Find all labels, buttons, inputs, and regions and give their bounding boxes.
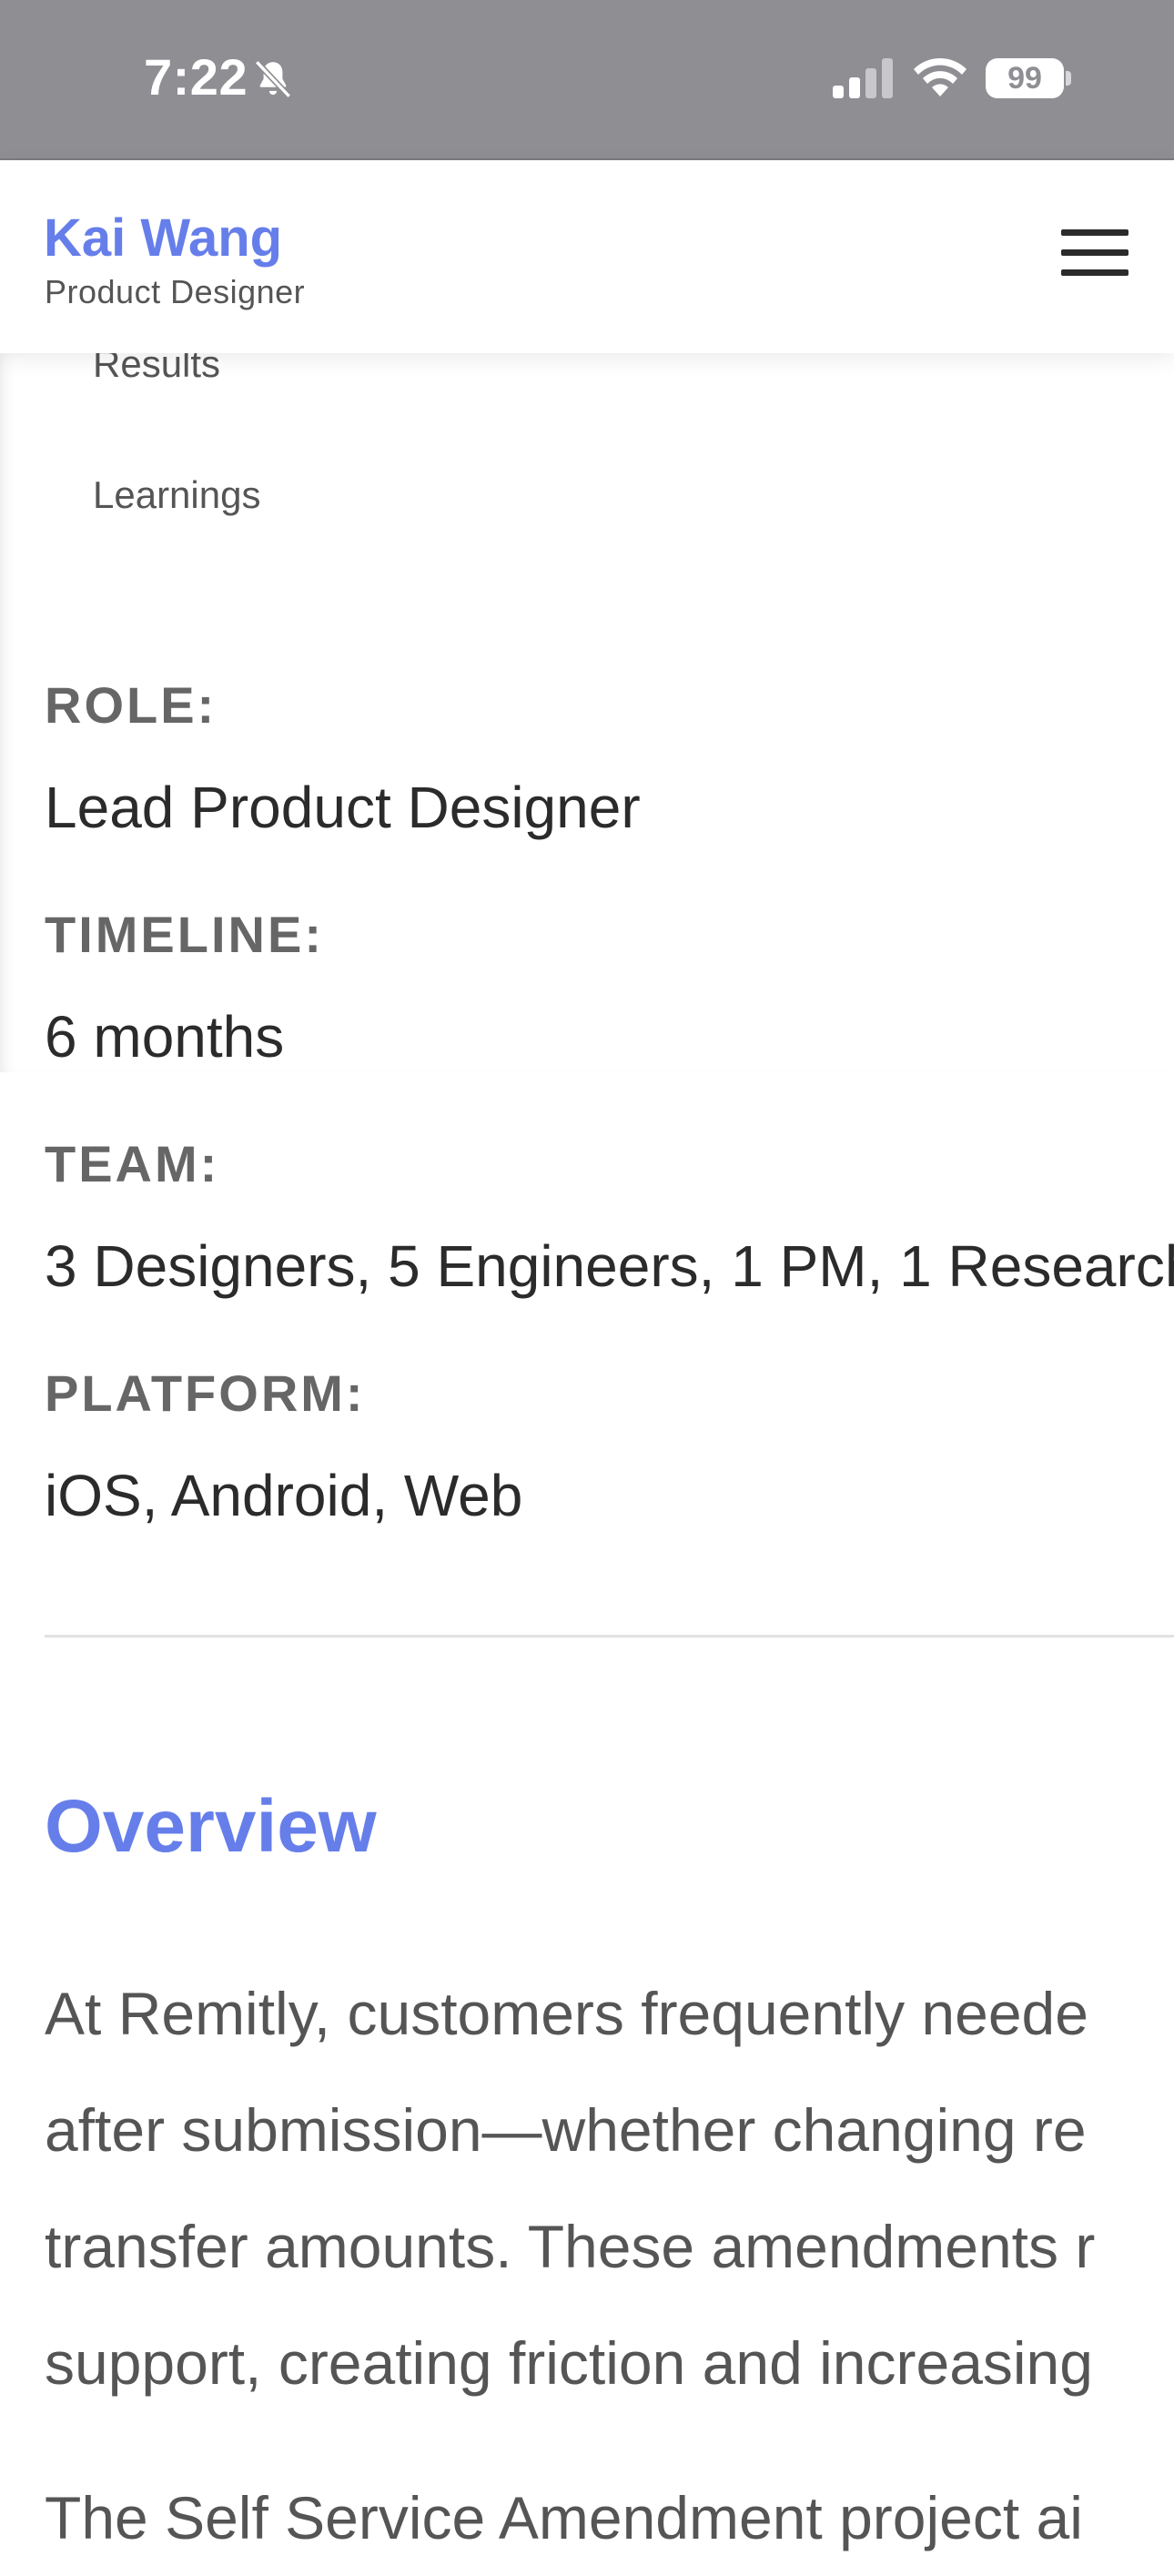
role-label: ROLE: [45,676,218,734]
overview-line: after submission—whether changing re [45,2096,1087,2164]
timeline-value: 6 months [45,1004,285,1070]
overview-line: transfer amounts. These amendments r [45,2213,1096,2280]
brand-name[interactable]: Kai Wang [44,208,282,269]
overview-line: support, creating friction and increasin… [45,2329,1093,2397]
overview-line: At Remitly, customers frequently neede [45,1980,1088,2047]
role-value: Lead Product Designer [45,775,641,840]
platform-value: iOS, Android, Web [45,1463,523,1528]
status-bar: 7:22 99 [0,0,1174,160]
team-label: TEAM: [45,1135,220,1192]
team-value: 3 Designers, 5 Engineers, 1 PM, 1 Resear… [45,1233,1174,1299]
toc-item-learnings[interactable]: Learnings [93,473,260,517]
timeline-label: TIMELINE: [45,906,324,963]
overview-paragraph: At Remitly, customers frequently neede a… [45,1955,1174,2421]
battery-level: 99 [1007,61,1042,96]
menu-bar-bottom [1061,269,1128,276]
battery-icon: 99 [986,58,1073,98]
section-divider [45,1635,1174,1638]
cellular-signal-icon [833,58,893,98]
status-time: 7:22 [144,48,248,106]
menu-bar-middle [1061,249,1128,256]
menu-bar-top [1061,229,1128,236]
platform-label: PLATFORM: [45,1364,366,1422]
battery-tip [1066,71,1071,86]
wifi-icon [914,57,967,96]
bell-slash-icon [254,59,292,99]
overview-next-paragraph: The Self Service Amendment project ai [45,2484,1083,2551]
site-header: Kai Wang Product Designer [0,160,1174,353]
brand-role: Product Designer [45,273,306,310]
hamburger-menu-icon[interactable] [1056,229,1128,288]
overview-title: Overview [45,1785,377,1868]
